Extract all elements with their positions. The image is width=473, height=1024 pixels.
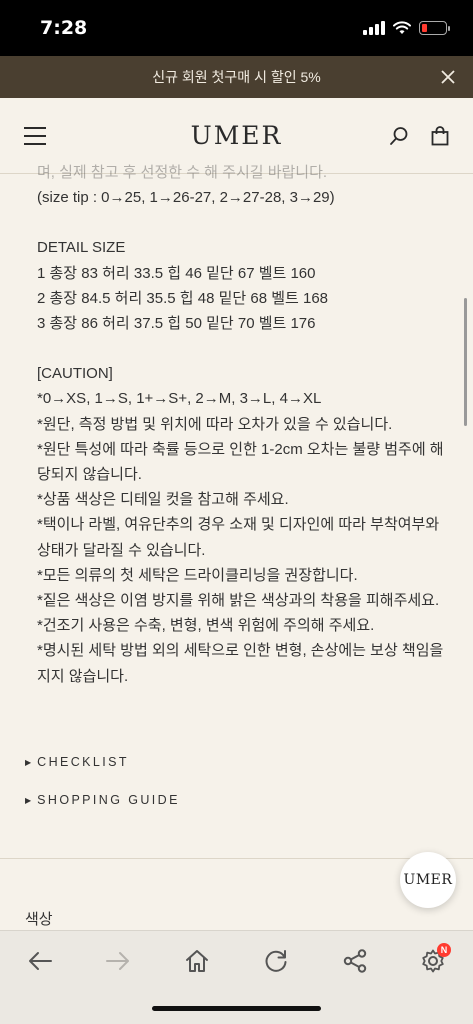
back-button[interactable]	[22, 943, 58, 979]
share-icon	[343, 949, 367, 973]
triangle-right-icon: ▶	[25, 795, 32, 805]
battery-icon	[419, 21, 450, 35]
notification-badge: N	[437, 943, 451, 957]
shopping-bag-icon[interactable]	[431, 125, 449, 146]
caution-line: *건조기 사용은 수축, 변형, 변색 위험에 주의해 주세요.	[37, 617, 375, 635]
status-icons	[363, 21, 450, 35]
caution-line: *원단, 측정 방법 및 위치에 따라 오차가 있을 수 있습니다.	[37, 415, 393, 433]
detail-size-line: 2 총장 84.5 허리 35.5 힙 48 밑단 68 벨트 168	[37, 289, 329, 307]
size-tip: (size tip : 0→25, 1→26-27, 2→27-28, 3→29…	[37, 189, 335, 207]
caution-title: [CAUTION]	[37, 365, 113, 383]
scrollbar[interactable]	[464, 298, 467, 426]
home-button[interactable]	[179, 943, 215, 979]
color-option-label: 색상	[25, 911, 53, 928]
caution-line: *택이나 라벨, 여유단추의 경우 소재 및 디자인에 따라 부착여부와 상태가…	[37, 516, 440, 559]
caution-line: *상품 색상은 디테일 컷을 참고해 주세요.	[37, 491, 289, 509]
cellular-signal-icon	[363, 21, 385, 35]
triangle-right-icon: ▶	[25, 757, 32, 767]
caution-line: *원단 특성에 따라 축률 등으로 인한 1-2cm 오차는 불량 범주에 해당…	[37, 440, 444, 484]
status-time: 7:28	[40, 17, 88, 39]
floating-logo-button[interactable]: UMER	[400, 852, 456, 908]
detail-size-line: 1 총장 83 허리 33.5 힙 46 밑단 67 벨트 160	[37, 264, 316, 282]
checklist-label: CHECKLIST	[37, 755, 129, 769]
info-links: ▶ CHECKLIST ▶ SHOPPING GUIDE	[25, 752, 180, 828]
product-detail-text: 며, 실제 참고 후 선정한 수 해 주시길 바랍니다. (size tip :…	[37, 160, 447, 689]
arrow-left-icon	[29, 952, 52, 970]
shopping-guide-link[interactable]: ▶ SHOPPING GUIDE	[25, 790, 180, 810]
share-button[interactable]	[337, 943, 373, 979]
home-indicator	[152, 1006, 321, 1011]
promo-text: 신규 회원 첫구매 시 할인 5%	[152, 69, 321, 85]
cut-off-line: 며, 실제 참고 후 선정한 수 해 주시길 바랍니다.	[37, 164, 328, 181]
detail-size-title: DETAIL SIZE	[37, 239, 126, 257]
caution-line: *모든 의류의 첫 세탁은 드라이클리닝을 권장합니다.	[37, 566, 358, 584]
forward-button[interactable]	[100, 943, 136, 979]
caution-line: *0→XS, 1→S, 1+→S+, 2→M, 3→L, 4→XL	[37, 390, 322, 408]
wifi-icon	[393, 21, 411, 34]
refresh-icon	[265, 950, 287, 972]
menu-icon[interactable]	[24, 126, 46, 145]
caution-line: *명시된 세탁 방법 외의 세탁으로 인한 변형, 손상에는 보상 책임을 지지…	[37, 642, 444, 685]
search-icon[interactable]	[389, 126, 409, 146]
shopping-guide-label: SHOPPING GUIDE	[37, 793, 180, 807]
section-divider	[0, 858, 473, 859]
caution-line: *짙은 색상은 이염 방지를 위해 밝은 색상과의 착용을 피해주세요.	[37, 592, 440, 610]
status-bar: 7:28	[0, 0, 473, 56]
home-icon	[186, 950, 208, 972]
arrow-right-icon	[106, 952, 129, 970]
close-icon[interactable]	[437, 66, 459, 88]
checklist-link[interactable]: ▶ CHECKLIST	[25, 752, 180, 772]
detail-size-line: 3 총장 86 허리 37.5 힙 50 밑단 70 벨트 176	[37, 315, 316, 333]
settings-button[interactable]: N	[415, 943, 451, 979]
reload-button[interactable]	[258, 943, 294, 979]
promo-banner[interactable]: 신규 회원 첫구매 시 할인 5%	[0, 56, 473, 98]
